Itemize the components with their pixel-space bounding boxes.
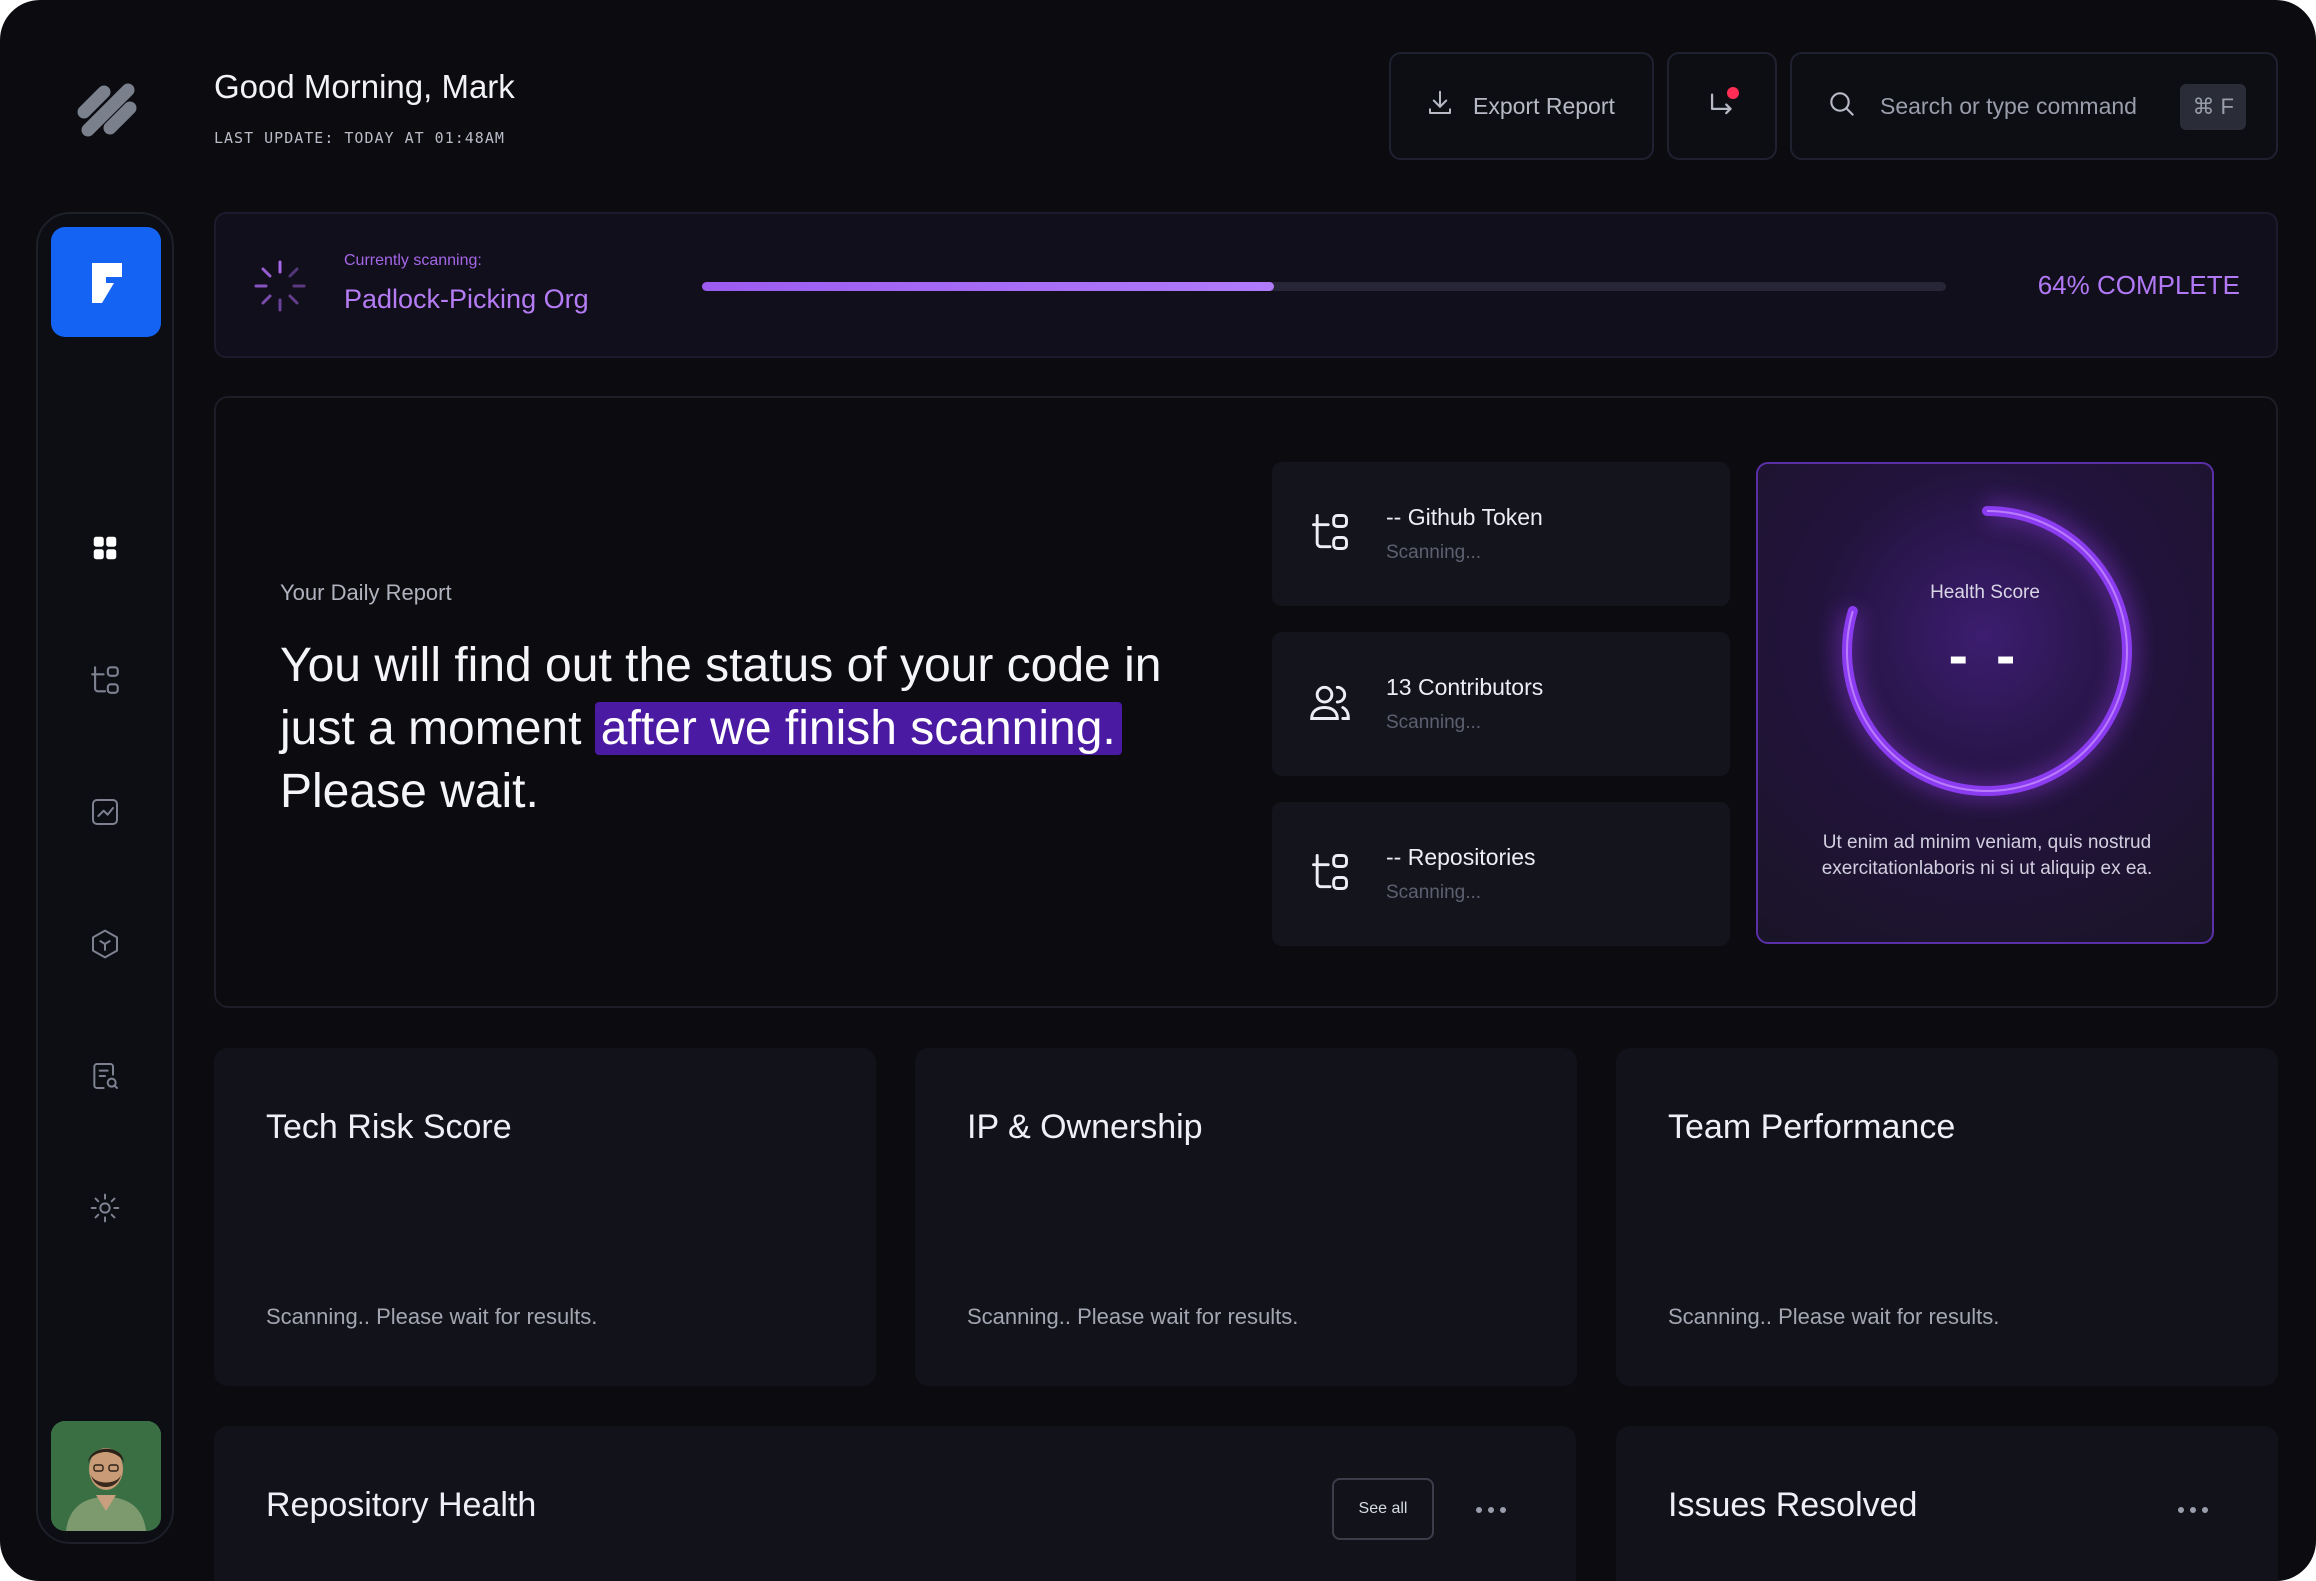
- metric-title: Team Performance: [1668, 1108, 1956, 1146]
- metric-status: Scanning.. Please wait for results.: [967, 1304, 1299, 1329]
- metric-title: IP & Ownership: [967, 1108, 1203, 1146]
- health-score-description: Ut enim ad minim veniam, quis nostrud ex…: [1821, 832, 2153, 879]
- hierarchy-icon: [1312, 514, 1348, 550]
- health-score-value: - -: [1948, 623, 2022, 688]
- more-options-icon[interactable]: [1476, 1500, 1516, 1520]
- export-report-button[interactable]: Export Report: [1389, 52, 1654, 160]
- export-report-label: Export Report: [1473, 92, 1615, 119]
- loading-spinner-icon: [252, 258, 308, 314]
- hierarchy-icon: [91, 666, 119, 694]
- package-cube-icon: [92, 929, 118, 959]
- tech-risk-card[interactable]: Tech Risk Score Scanning.. Please wait f…: [214, 1048, 876, 1386]
- info-item-contributors[interactable]: 13 Contributors Scanning...: [1272, 632, 1730, 776]
- sidebar-item-settings[interactable]: [77, 1180, 133, 1236]
- notifications-button[interactable]: [1667, 52, 1777, 160]
- see-all-button[interactable]: See all: [1332, 1478, 1434, 1540]
- search-placeholder: Search or type command: [1880, 92, 2137, 119]
- search-icon: [1826, 88, 1858, 125]
- info-item-status: Scanning...: [1386, 712, 1482, 733]
- metric-status: Scanning.. Please wait for results.: [266, 1304, 598, 1329]
- info-item-status: Scanning...: [1386, 542, 1482, 563]
- info-item-title: -- Repositories: [1386, 844, 1536, 870]
- brand-home-button[interactable]: [51, 227, 161, 337]
- repository-health-card: Repository Health See all: [214, 1426, 1576, 1581]
- users-icon: [1310, 685, 1350, 720]
- daily-report-card: Your Daily Report You will find out the …: [214, 396, 2278, 1008]
- issues-resolved-card: Issues Resolved: [1616, 1426, 2278, 1581]
- app-window: Good Morning, Mark LAST UPDATE: TODAY AT…: [0, 0, 2316, 1581]
- hierarchy-icon: [1312, 854, 1348, 890]
- message-wait-text: Please wait.: [280, 765, 539, 818]
- metric-title: Tech Risk Score: [266, 1108, 512, 1146]
- sun-settings-icon: [90, 1193, 120, 1223]
- message-highlight: after we finish scanning.: [594, 702, 1122, 755]
- notification-dot: [1727, 87, 1739, 99]
- scan-status-label: Currently scanning:: [344, 252, 482, 269]
- info-item-github-token[interactable]: -- Github Token Scanning...: [1272, 462, 1730, 606]
- scan-org-name: Padlock-Picking Org: [344, 284, 589, 314]
- avatar-portrait: [51, 1421, 161, 1531]
- sidebar-item-analytics[interactable]: [77, 784, 133, 840]
- team-performance-card[interactable]: Team Performance Scanning.. Please wait …: [1616, 1048, 2278, 1386]
- notification-icon: [1705, 87, 1739, 123]
- user-avatar[interactable]: [51, 1421, 161, 1531]
- analytics-chart-icon: [92, 799, 118, 825]
- sidebar: [36, 212, 174, 1544]
- info-item-title: -- Github Token: [1386, 504, 1543, 530]
- sidebar-item-hierarchy[interactable]: [77, 652, 133, 708]
- search-shortcut-badge: ⌘ F: [2180, 84, 2246, 130]
- daily-report-label: Your Daily Report: [280, 580, 452, 605]
- daily-report-message: You will find out the status of your cod…: [280, 634, 1210, 823]
- info-item-repositories[interactable]: -- Repositories Scanning...: [1272, 802, 1730, 946]
- app-logo: [70, 72, 144, 146]
- brand-flag-icon: [92, 263, 122, 303]
- scan-progress-fill: [702, 282, 1275, 291]
- health-score-card: Health Score - - Ut enim ad minim veniam…: [1756, 462, 2214, 944]
- sidebar-item-packages[interactable]: [77, 916, 133, 972]
- issues-resolved-title: Issues Resolved: [1668, 1486, 1918, 1524]
- info-item-title: 13 Contributors: [1386, 674, 1544, 700]
- ip-ownership-card[interactable]: IP & Ownership Scanning.. Please wait fo…: [915, 1048, 1577, 1386]
- repository-health-title: Repository Health: [266, 1486, 537, 1524]
- health-score-label: Health Score: [1930, 582, 2040, 603]
- sidebar-item-dashboard[interactable]: [77, 520, 133, 576]
- dashboard-grid-icon: [93, 536, 117, 560]
- scan-progress-bar: [702, 282, 1946, 291]
- scan-progress-text: 64% COMPLETE: [2037, 270, 2240, 300]
- download-icon: [1425, 88, 1455, 124]
- info-item-status: Scanning...: [1386, 882, 1482, 903]
- metric-status: Scanning.. Please wait for results.: [1668, 1304, 2000, 1329]
- search-bar[interactable]: Search or type command ⌘ F: [1790, 52, 2278, 160]
- greeting-title: Good Morning, Mark: [214, 68, 515, 105]
- more-options-icon[interactable]: [2178, 1500, 2218, 1520]
- scan-progress-card: Currently scanning: Padlock-Picking Org …: [214, 212, 2278, 358]
- last-update-text: LAST UPDATE: TODAY AT 01:48AM: [214, 129, 505, 147]
- document-search-icon: [93, 1063, 118, 1089]
- sidebar-item-documents[interactable]: [77, 1048, 133, 1104]
